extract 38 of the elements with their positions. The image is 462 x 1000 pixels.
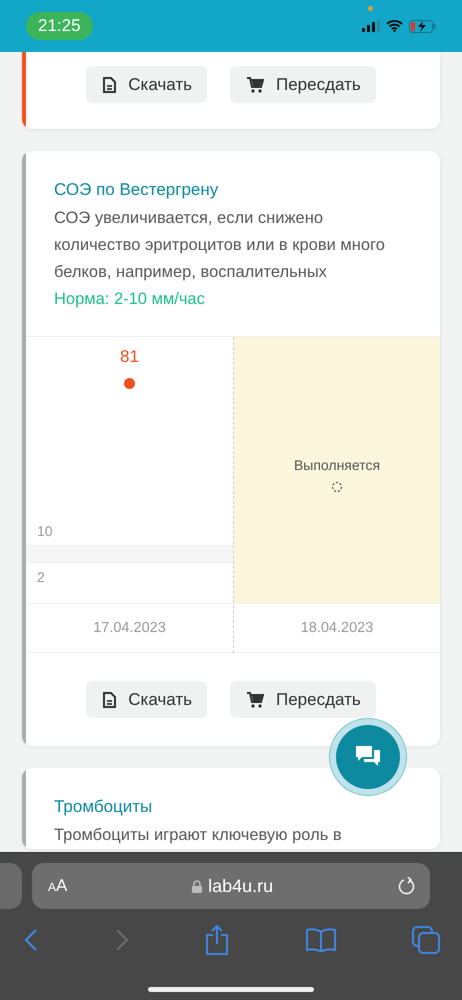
test-title[interactable]: Тромбоциты xyxy=(54,796,412,818)
spinner-icon xyxy=(331,481,343,493)
chat-button[interactable] xyxy=(336,725,400,789)
test-title[interactable]: СОЭ по Вестергрену xyxy=(54,179,412,201)
reload-icon[interactable] xyxy=(398,876,416,896)
document-icon xyxy=(102,76,116,92)
tabs-icon[interactable] xyxy=(412,926,440,954)
lock-icon xyxy=(192,880,202,892)
previous-tab[interactable] xyxy=(0,863,22,909)
result-point xyxy=(124,378,135,389)
forward-icon[interactable] xyxy=(114,929,128,951)
privacy-indicator-dot xyxy=(368,6,373,11)
norm-range: Норма: 2-10 мм/час xyxy=(54,289,206,310)
url-text: lab4u.ru xyxy=(208,876,274,896)
clock: 21:25 xyxy=(26,12,93,40)
cart-icon xyxy=(246,76,264,92)
scale-label: 10 xyxy=(36,523,54,539)
signal-icon xyxy=(362,20,380,32)
result-value: 81 xyxy=(120,347,139,367)
test-description: СОЭ увеличивается, если снижено количество эритроцитов или в крови много белков, например, воспалительных xyxy=(54,208,386,283)
result-date: 18.04.2023 xyxy=(300,620,374,636)
download-button[interactable]: Скачать xyxy=(86,681,207,718)
status-text: Выполняется xyxy=(294,457,380,473)
retake-button[interactable]: Пересдать xyxy=(230,66,376,103)
text-size-button[interactable]: AA xyxy=(48,876,68,896)
bookmarks-icon[interactable] xyxy=(306,928,336,952)
share-icon[interactable] xyxy=(205,925,229,955)
scale-label: 2 xyxy=(36,569,46,585)
back-icon[interactable] xyxy=(24,929,38,951)
result-date: 17.04.2023 xyxy=(93,620,166,636)
cart-icon xyxy=(246,692,264,708)
retake-button[interactable]: Пересдать xyxy=(230,681,376,718)
address-bar[interactable]: AA lab4u.ru xyxy=(32,863,430,909)
test-description: Тромбоциты играют ключевую роль в xyxy=(54,825,343,846)
download-button[interactable]: Скачать xyxy=(86,66,207,103)
battery-charging-icon xyxy=(409,20,436,32)
wifi-icon xyxy=(386,20,403,32)
document-icon xyxy=(102,692,116,708)
